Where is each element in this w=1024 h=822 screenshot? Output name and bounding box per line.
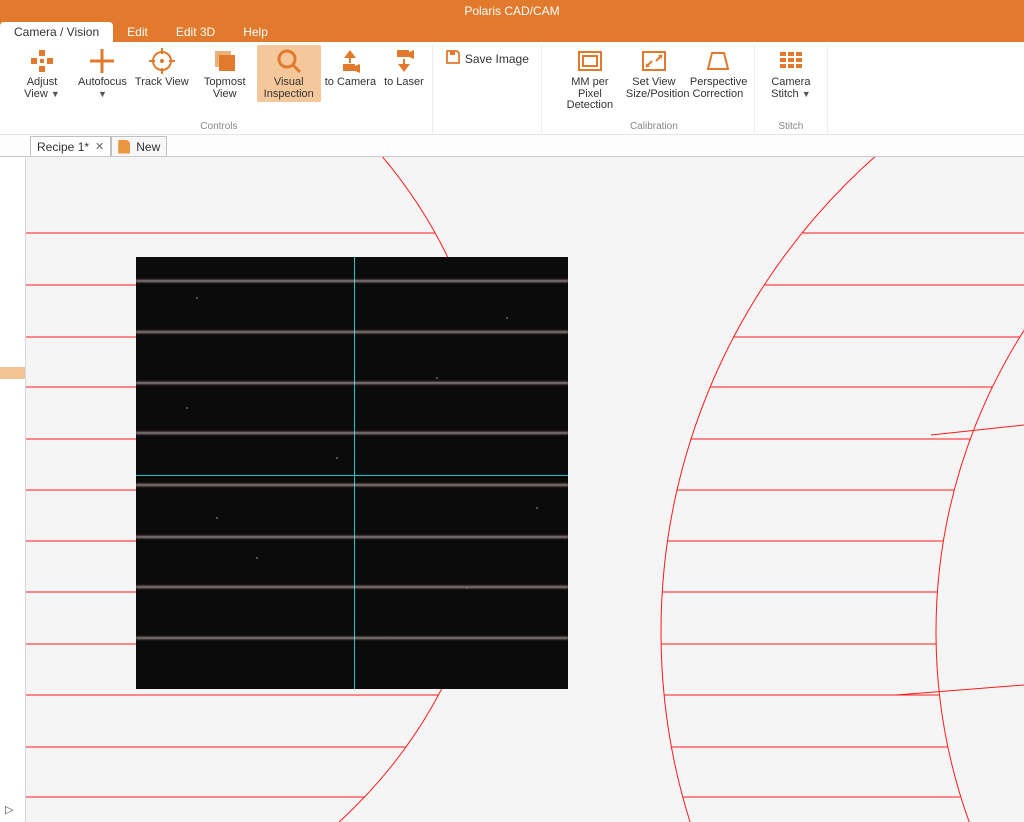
adjust-view-icon (28, 47, 56, 75)
crosshair-vertical (354, 257, 355, 689)
ribbon-group-calibration: MM per Pixel Detection Set View Size/Pos… (554, 45, 755, 133)
controls-group-label: Controls (6, 121, 432, 132)
menu-tab-help[interactable]: Help (229, 22, 282, 42)
stitch-group-label: Stitch (755, 121, 827, 132)
resize-icon (640, 47, 668, 75)
save-image-button[interactable]: Save Image (437, 45, 537, 72)
topmost-view-label: Topmost View (197, 77, 253, 100)
mm-per-pixel-button[interactable]: MM per Pixel Detection (558, 45, 622, 114)
to-camera-button[interactable]: to Camera (321, 45, 380, 102)
perspective-correction-label: Perspective Correction (690, 77, 746, 100)
perspective-correction-button[interactable]: Perspective Correction (686, 45, 750, 114)
to-camera-label: to Camera (325, 77, 376, 89)
target-icon (148, 47, 176, 75)
to-laser-label: to Laser (384, 77, 424, 89)
autofocus-button[interactable]: Autofocus▼ (74, 45, 131, 102)
gutter-marker (0, 367, 25, 379)
save-image-label: Save Image (465, 52, 529, 66)
to-camera-icon (336, 47, 364, 75)
ribbon: Adjust View ▼ Autofocus▼ Track View Topm… (0, 42, 1024, 135)
camera-stitch-label: Camera Stitch ▼ (763, 77, 819, 100)
crosshair-horizontal (136, 475, 568, 476)
perspective-icon (704, 47, 732, 75)
visual-inspection-label: Visual Inspection (261, 77, 317, 100)
visual-inspection-button[interactable]: Visual Inspection (257, 45, 321, 102)
calibration-group-label: Calibration (554, 121, 754, 132)
dropdown-caret-icon: ▼ (802, 89, 811, 99)
to-laser-icon (390, 47, 418, 75)
save-icon (445, 49, 461, 68)
design-canvas[interactable] (26, 157, 1024, 822)
frame-icon (576, 47, 604, 75)
autofocus-icon (88, 47, 116, 75)
workspace: ▷ (0, 157, 1024, 822)
menu-tab-camera-vision[interactable]: Camera / Vision (0, 22, 113, 42)
menu-tab-edit-3d[interactable]: Edit 3D (162, 22, 229, 42)
document-tabs: Recipe 1* ✕ New (0, 135, 1024, 157)
document-tab-new[interactable]: New (111, 136, 167, 156)
close-icon[interactable]: ✕ (95, 140, 104, 153)
topmost-view-button[interactable]: Topmost View (193, 45, 257, 102)
autofocus-label: Autofocus▼ (78, 77, 127, 100)
ribbon-group-controls: Adjust View ▼ Autofocus▼ Track View Topm… (6, 45, 433, 133)
magnifier-icon (275, 47, 303, 75)
document-tab-label: New (136, 140, 160, 154)
track-view-label: Track View (135, 77, 189, 89)
scroll-right-icon[interactable]: ▷ (5, 803, 13, 816)
adjust-view-button[interactable]: Adjust View ▼ (10, 45, 74, 102)
set-view-size-button[interactable]: Set View Size/Position (622, 45, 686, 114)
ribbon-group-save: Save Image (433, 45, 542, 133)
file-icon (118, 140, 130, 154)
grid-icon (777, 47, 805, 75)
mm-per-pixel-label: MM per Pixel Detection (562, 77, 618, 112)
menu-bar: Camera / Vision Edit Edit 3D Help (0, 22, 1024, 42)
to-laser-button[interactable]: to Laser (380, 45, 428, 102)
document-tab-recipe[interactable]: Recipe 1* ✕ (30, 136, 111, 156)
ribbon-group-stitch: Camera Stitch ▼ Stitch (755, 45, 828, 133)
dropdown-caret-icon: ▼ (51, 89, 60, 99)
document-tab-label: Recipe 1* (37, 140, 89, 154)
track-view-button[interactable]: Track View (131, 45, 193, 102)
camera-view (136, 257, 568, 689)
title-bar: Polaris CAD/CAM (0, 0, 1024, 22)
layers-icon (211, 47, 239, 75)
camera-stitch-button[interactable]: Camera Stitch ▼ (759, 45, 823, 102)
left-gutter: ▷ (0, 157, 26, 822)
app-title: Polaris CAD/CAM (464, 4, 559, 18)
set-view-size-label: Set View Size/Position (626, 77, 682, 100)
adjust-view-label: Adjust View ▼ (14, 77, 70, 100)
dropdown-caret-icon: ▼ (98, 89, 107, 99)
menu-tab-edit[interactable]: Edit (113, 22, 162, 42)
